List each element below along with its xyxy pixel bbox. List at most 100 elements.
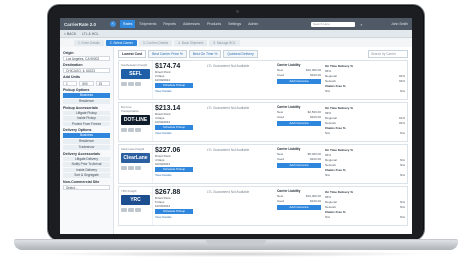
add-insurance-button[interactable]: Add Insurance [277, 79, 321, 84]
liftgate-delivery-toggle[interactable]: Liftgate Delivery [63, 156, 110, 162]
liability-cell: Carrier Liability New $2,500.00 Used $100.00… [275, 103, 323, 141]
map-icon[interactable] [128, 208, 134, 212]
map-icon[interactable] [128, 166, 134, 170]
protect-freeze-toggle[interactable]: Protect From Freeze [63, 121, 110, 127]
info-icon[interactable] [135, 128, 141, 132]
terminal-icon[interactable] [121, 82, 127, 86]
terminal-icon[interactable] [121, 128, 127, 132]
nav-shipments[interactable]: Shipments [136, 20, 159, 28]
delivery-residence-toggle[interactable]: Residence [63, 139, 110, 144]
quote-row: Clear Lane Freight ClearLane $227.06 Direct… [118, 144, 408, 184]
nav-products[interactable]: Products [204, 20, 224, 28]
terminal-icon[interactable] [121, 208, 127, 212]
add-insurance-button[interactable]: Add Insurance [277, 205, 321, 210]
non-commercial-select[interactable]: Select... [63, 184, 110, 190]
step-4[interactable]: 4. Book Shipment [174, 39, 208, 46]
regional-row: Regional N/A [325, 158, 405, 162]
pickup-date: 10/30/2014 [155, 120, 171, 124]
liability-new: New $10,000.00 [277, 68, 321, 72]
view-details-link[interactable]: View Details [155, 131, 203, 135]
info-icon[interactable] [135, 82, 141, 86]
content-area: Origin Los Angeles, CA 90002 Destination… [60, 47, 412, 234]
pickup-business-toggle[interactable]: Business [63, 93, 110, 98]
network-row: Network 93% [325, 79, 405, 83]
liability-header: Carrier Liability [277, 63, 301, 67]
carrier-name: Dot Line Transportation [121, 105, 139, 113]
tab-lowest-cost[interactable]: Lowest Cost [118, 50, 147, 58]
nav-admin[interactable]: Admin [245, 20, 261, 28]
tab-best-on-time[interactable]: Best On Time % [188, 50, 222, 58]
app-screen: CarrierRate 2.0 ‹ Rates Shipments Report… [60, 18, 412, 234]
map-icon[interactable] [128, 128, 134, 132]
units-qty-field[interactable]: 1 [63, 81, 78, 86]
add-insurance-button[interactable]: Add Insurance [277, 163, 321, 168]
performance-cell: On Time Delivery % 99% Regional 91% Network 9… [323, 103, 407, 141]
nav-rates[interactable]: Rates [120, 20, 136, 28]
units-label: Add Units [63, 75, 80, 79]
liftgate-pickup-toggle[interactable]: Liftgate Pickup [63, 110, 110, 116]
carrier-search-input[interactable]: Search by Carrier [368, 50, 408, 58]
view-details-link[interactable]: View Details [155, 89, 203, 93]
pickup-residence-toggle[interactable]: Residence [63, 99, 110, 104]
back-arrow-icon[interactable]: ‹ [110, 21, 116, 27]
destination-field[interactable]: CHICAGO, IL 60223 [63, 68, 110, 73]
schedule-pickup-button[interactable]: Schedule Pickup [155, 125, 193, 130]
map-icon[interactable] [128, 82, 134, 86]
schedule-pickup-button[interactable]: Schedule Pickup [155, 167, 193, 172]
inside-pickup-toggle[interactable]: Inside Pickup [63, 116, 110, 121]
nav-addresses[interactable]: Addresses [180, 20, 203, 28]
terminal-icon[interactable] [121, 166, 127, 170]
on-time-value: 96% [325, 153, 332, 157]
sort-segregate-toggle[interactable]: Sort & Segregate [63, 173, 110, 178]
laptop-shadow [40, 251, 432, 257]
claims-header: Claims Free % [325, 168, 346, 172]
info-icon[interactable] [135, 166, 141, 170]
notify-prior-toggle[interactable]: Notify Prior To Arrival [63, 162, 110, 167]
delivery-options-label: Delivery Options [63, 128, 92, 133]
liability-cell: Carrier Liability New $5,000.00 Used $100.00… [275, 145, 323, 183]
nav-reports[interactable]: Reports [160, 20, 179, 28]
carrier-cell: Dot Line Transportation DOT-LINE [119, 103, 153, 141]
search-icon[interactable]: ⌕ [359, 22, 364, 27]
step-1[interactable]: 1. Enter Details [74, 39, 104, 46]
webcam-icon [236, 10, 239, 13]
search-input[interactable]: Search Here [311, 21, 355, 27]
units-weight-field[interactable]: 500 [79, 81, 94, 86]
on-time-value: 96% [325, 195, 332, 199]
inside-delivery-toggle[interactable]: Inside Delivery [63, 167, 110, 173]
delivery-tradeshow-toggle[interactable]: Tradeshow [63, 144, 110, 150]
app-logo[interactable]: CarrierRate 2.0 [64, 22, 106, 27]
step-2[interactable]: 2. Select Carrier [105, 39, 137, 46]
units-class-field[interactable]: 15 [95, 81, 110, 86]
add-insurance-button[interactable]: Add Insurance [277, 121, 321, 126]
claims-header: Claims Free % [325, 210, 346, 214]
step-5[interactable]: 5. Manage BOL [209, 39, 240, 46]
back-link[interactable]: < BACK [64, 32, 76, 36]
mode-label[interactable]: LTL & HCL [82, 32, 98, 36]
claims-values: N/A N/A [325, 215, 405, 219]
view-details-link[interactable]: View Details [155, 215, 203, 219]
non-commercial-label: Non-Commercial Site [63, 179, 100, 184]
sort-tabs: Lowest Cost Best Carrier Price % Best On… [118, 50, 408, 58]
info-icon[interactable] [135, 208, 141, 212]
step-3[interactable]: 3. Confirm Details [138, 39, 173, 46]
user-menu[interactable]: John Smith [368, 22, 408, 26]
origin-field[interactable]: Los Angeles, CA 90002 [63, 56, 110, 61]
liability-header: Carrier Liability [277, 105, 301, 109]
tab-quickest-delivery[interactable]: Quickest Delivery [223, 50, 258, 58]
quote-row: YRC Freight YRC $267.88 Direct Point 5 Days 1… [118, 186, 408, 226]
schedule-pickup-button[interactable]: Schedule Pickup [155, 83, 193, 88]
schedule-pickup-button[interactable]: Schedule Pickup [155, 209, 193, 214]
carrier-logo: SEFL [121, 69, 150, 79]
performance-cell: On Time Delivery % 96% Regional N/A Network N… [323, 187, 407, 225]
liability-used: Used $100.00 [277, 157, 321, 161]
view-details-link[interactable]: View Details [155, 173, 203, 177]
carrier-logo: DOT-LINE [121, 115, 150, 125]
regional-row: Regional N/A [325, 200, 405, 204]
quote-price: $267.88 [155, 189, 181, 196]
quote-price: $213.14 [155, 105, 181, 112]
nav-settings[interactable]: Settings [225, 20, 244, 28]
delivery-business-toggle[interactable]: Business [63, 133, 110, 139]
carrier-name: Clear Lane Freight [121, 147, 145, 151]
tab-best-carrier-price[interactable]: Best Carrier Price % [148, 50, 187, 58]
